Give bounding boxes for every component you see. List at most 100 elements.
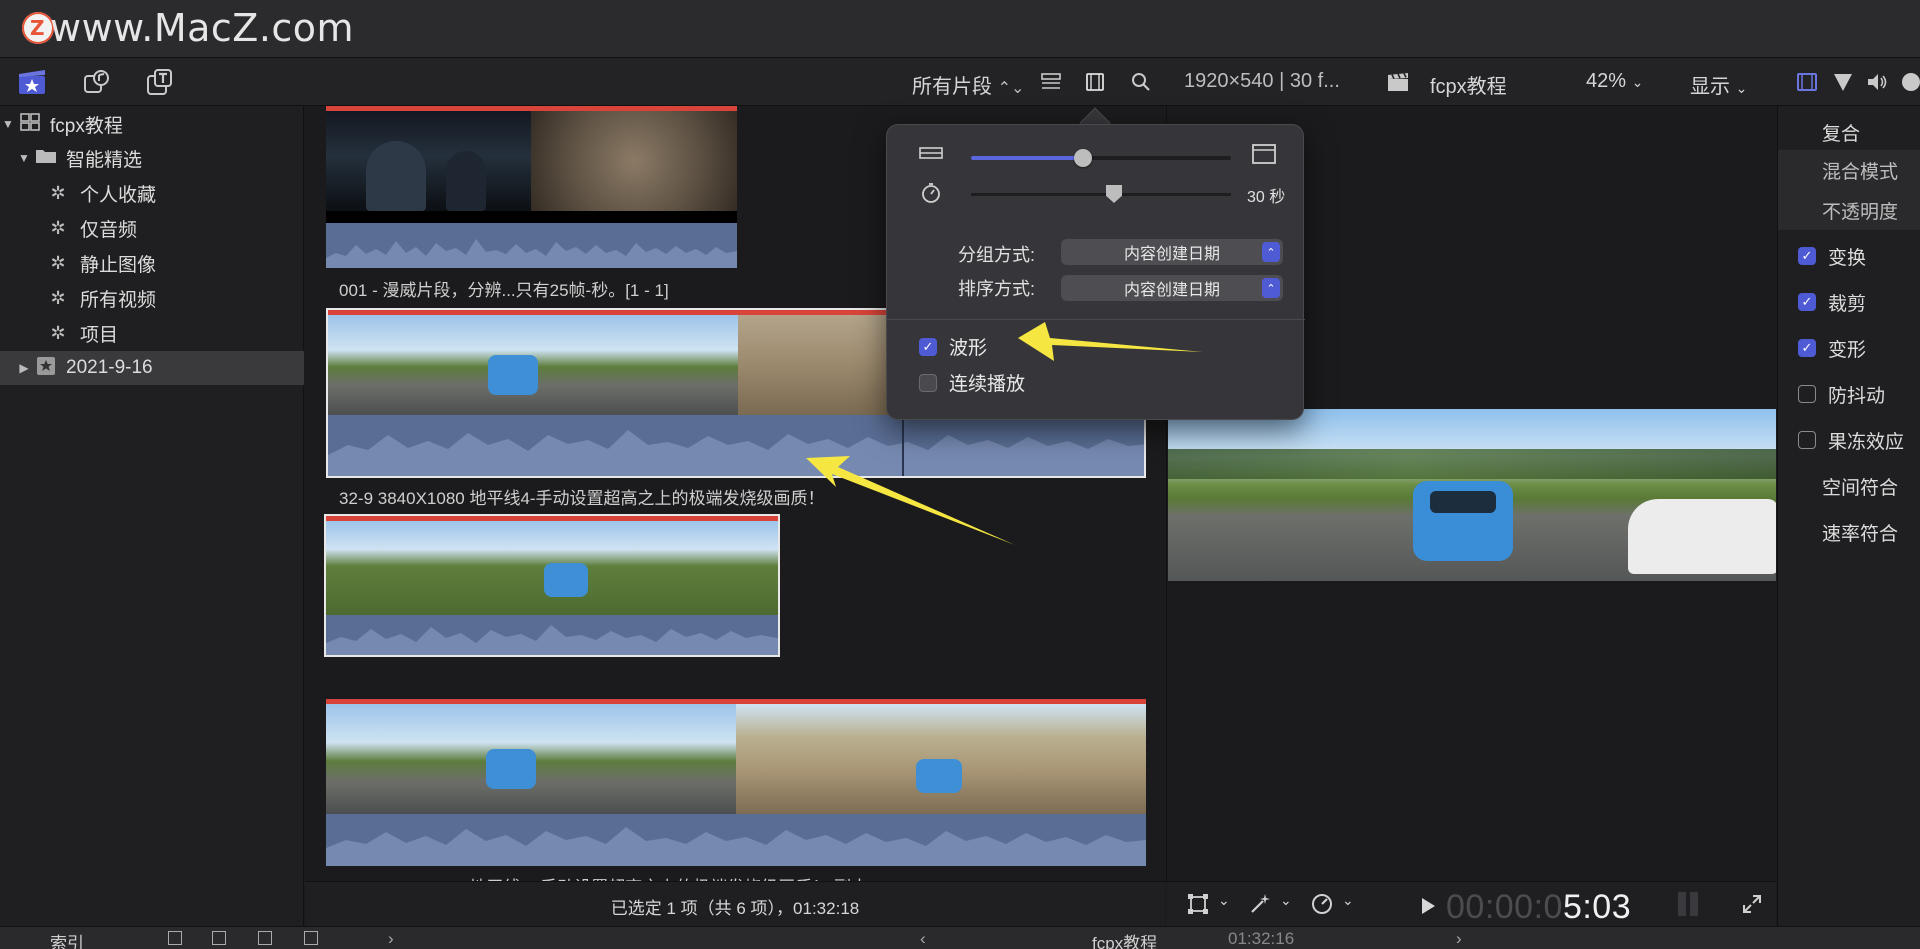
audio-meter-icon (1674, 890, 1702, 918)
stopwatch-icon (919, 181, 943, 210)
chevron-down-icon: ⌄ (1735, 80, 1748, 96)
gear-icon: ✲ (50, 182, 66, 203)
chevron-down-icon[interactable]: ⌄ (1280, 892, 1292, 909)
gear-icon: ✲ (50, 322, 66, 343)
video-inspector: 复合 混合模式 不透明度 ✓ 变换 ✓ 裁剪 ✓ 变形 防抖动 果冻效应 空间符合 速… (1777, 106, 1920, 926)
opacity-field[interactable]: 不透明度 (1778, 190, 1920, 230)
small-clip-size-icon (919, 145, 943, 166)
sidebar-item-all-video[interactable]: ✲ 所有视频 (0, 281, 304, 315)
clip-label: 32-9 3840X1080 地平线4-手动设置超高之上的极端发烧级画质！ (339, 489, 825, 508)
large-clip-size-icon (1251, 143, 1277, 170)
disclosure-closed-icon[interactable]: ▶ (16, 361, 32, 375)
clip-height-slider[interactable] (971, 149, 1231, 167)
group-by-select[interactable]: 内容创建日期 ⌃ (1061, 239, 1283, 265)
clip-label: 001 - 漫威片段，分辨...只有25帧-秒。[1 - 1] (339, 281, 669, 300)
sidebar-item-audio-only[interactable]: ✲ 仅音频 (0, 211, 304, 245)
libraries-icon[interactable] (16, 68, 48, 96)
crop-checkbox[interactable]: ✓ (1798, 293, 1816, 311)
clip-thumbnail (328, 315, 738, 415)
clip-marvel[interactable] (326, 106, 737, 268)
edit-append-icon[interactable] (168, 931, 182, 945)
zoom-dropdown[interactable]: 42% ⌄ (1586, 70, 1643, 93)
photos-audio-icon[interactable] (80, 68, 112, 96)
stabilization-section[interactable]: 防抖动 (1778, 374, 1920, 414)
timeline-project-name: fcpx教程 (1092, 934, 1158, 949)
project-name: fcpx教程 (1430, 76, 1507, 98)
rolling-shutter-checkbox[interactable] (1798, 431, 1816, 449)
disclosure-open-icon[interactable]: ▼ (0, 117, 16, 131)
search-icon[interactable] (1128, 68, 1154, 96)
clapper-icon (1384, 68, 1412, 96)
duration-slider[interactable] (971, 185, 1231, 203)
section-label: 变形 (1828, 339, 1867, 361)
clip-horizon-copy[interactable] (326, 699, 1146, 869)
chevron-down-icon[interactable]: ⌄ (1218, 892, 1230, 909)
edit-connect-icon[interactable] (258, 931, 272, 945)
event-name: 2021-9-16 (66, 357, 153, 378)
chevron-right-icon[interactable]: › (388, 929, 394, 949)
fullscreen-icon[interactable] (1738, 890, 1766, 918)
color-inspector-icon[interactable] (1830, 68, 1856, 96)
info-inspector-icon[interactable] (1898, 68, 1920, 96)
library-name: fcpx教程 (50, 115, 123, 137)
crop-section[interactable]: ✓ 裁剪 (1778, 282, 1920, 322)
magic-wand-icon[interactable] (1246, 890, 1274, 918)
audio-inspector-icon[interactable] (1864, 68, 1890, 96)
sort-by-select[interactable]: 内容创建日期 ⌃ (1061, 275, 1283, 301)
sidebar-item-stills[interactable]: ✲ 静止图像 (0, 246, 304, 280)
event-star-icon (32, 356, 60, 381)
retime-speed-icon[interactable] (1308, 890, 1336, 918)
chevron-down-icon[interactable]: ⌄ (1342, 892, 1354, 909)
divider (887, 319, 1305, 320)
sidebar-item-projects[interactable]: ✲ 项目 (0, 316, 304, 350)
sidebar-item-label: 所有视频 (80, 289, 157, 311)
clip-filter-dropdown[interactable]: 所有片段 ⌃⌄ (912, 70, 1024, 99)
chevron-left-icon[interactable]: ‹ (920, 929, 926, 949)
watermark-text: www.MacZ.com (50, 6, 355, 50)
rate-conform-section[interactable]: 速率符合 (1778, 512, 1920, 552)
clip-horizon-short[interactable] (324, 514, 780, 657)
rolling-shutter-section[interactable]: 果冻效应 (1778, 420, 1920, 460)
viewer-frame[interactable] (1168, 409, 1776, 581)
sidebar-item-label: 仅音频 (80, 219, 138, 241)
transform-checkbox[interactable]: ✓ (1798, 247, 1816, 265)
audio-waveform (326, 223, 737, 268)
edit-overwrite-icon[interactable] (304, 931, 318, 945)
library-row[interactable]: ▼ fcpx教程 (0, 107, 304, 141)
play-icon[interactable] (1416, 892, 1440, 920)
spatial-conform-section[interactable]: 空间符合 (1778, 466, 1920, 506)
index-button[interactable]: 索引 (50, 929, 84, 949)
clip-label: 32-9 3840X1080 地平线 4-手动设置超高之上的极端发烧级画质！ 副… (339, 873, 868, 881)
display-dropdown[interactable]: 显示 ⌄ (1690, 70, 1747, 99)
waveforms-checkbox[interactable]: ✓ (919, 337, 937, 356)
stabilization-checkbox[interactable] (1798, 385, 1816, 403)
clip-appearance-list-icon[interactable] (1038, 68, 1064, 96)
sidebar-item-event[interactable]: ▶ 2021-9-16 (0, 351, 304, 385)
distort-section[interactable]: ✓ 变形 (1778, 328, 1920, 368)
transform-tool-icon[interactable] (1184, 890, 1212, 918)
distort-checkbox[interactable]: ✓ (1798, 339, 1816, 357)
sort-by-label: 排序方式: (957, 279, 1035, 299)
gear-icon: ✲ (50, 217, 66, 238)
section-label: 裁剪 (1828, 293, 1867, 315)
timeline-duration: 01:32:16 (1228, 929, 1295, 948)
continuous-playback-checkbox[interactable] (919, 373, 937, 392)
transform-section[interactable]: ✓ 变换 (1778, 236, 1920, 276)
chevron-right-icon[interactable]: › (1456, 929, 1462, 949)
smart-collections-row[interactable]: ▼ 智能精选 (0, 141, 304, 175)
sidebar-item-favorites[interactable]: ✲ 个人收藏 (0, 176, 304, 210)
option-label: 波形 (949, 338, 988, 359)
disclosure-open-icon[interactable]: ▼ (16, 151, 32, 165)
blend-mode-field[interactable]: 混合模式 (1778, 150, 1920, 190)
audio-waveform (328, 415, 1144, 476)
video-inspector-icon[interactable] (1794, 68, 1820, 96)
filmstrip-view-icon[interactable] (1082, 68, 1108, 96)
waveforms-option[interactable]: ✓ 波形 (919, 333, 987, 360)
edit-insert-icon[interactable] (212, 931, 226, 945)
composite-section-header: 复合 (1822, 123, 1861, 145)
clip-thumbnail (531, 111, 737, 211)
timecode-display: 00:00:05:03 (1446, 888, 1632, 926)
continuous-playback-option[interactable]: 连续播放 (919, 369, 1025, 396)
option-label: 连续播放 (949, 374, 1026, 395)
titles-generators-icon[interactable] (144, 68, 176, 96)
